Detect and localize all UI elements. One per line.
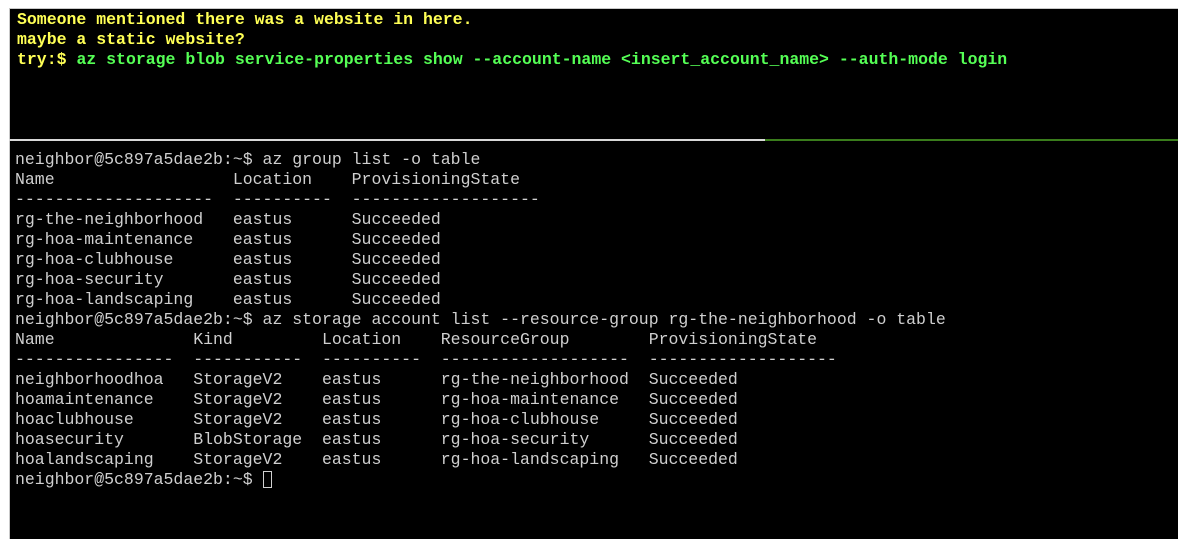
terminal-window: Someone mentioned there was a website in… [0,0,1178,539]
terminal-line: neighborhoodhoa StorageV2 eastus rg-the-… [15,370,738,389]
terminal-line: hoaclubhouse StorageV2 eastus rg-hoa-clu… [15,410,738,429]
hint-line-2: maybe a static website? [17,30,245,49]
terminal-line: rg-the-neighborhood eastus Succeeded [15,210,441,229]
shell-prompt: neighbor@5c897a5dae2b:~$ [15,470,263,489]
terminal-line: rg-hoa-clubhouse eastus Succeeded [15,250,441,269]
hint-line-1: Someone mentioned there was a website in… [17,10,473,29]
hint-try-command: az storage blob service-properties show … [76,50,1008,69]
terminal-line: -------------------- ---------- --------… [15,190,540,209]
terminal-line: ---------------- ----------- ---------- … [15,350,837,369]
text-cursor[interactable] [262,471,272,488]
terminal-line: hoasecurity BlobStorage eastus rg-hoa-se… [15,430,738,449]
shell-pane[interactable]: neighbor@5c897a5dae2b:~$ az group list -… [9,141,1178,539]
terminal-line: hoamaintenance StorageV2 eastus rg-hoa-m… [15,390,738,409]
terminal-line: neighbor@5c897a5dae2b:~$ az storage acco… [15,310,946,329]
hint-try-label: try [17,50,47,69]
terminal-line: hoalandscaping StorageV2 eastus rg-hoa-l… [15,450,738,469]
hint-pane: Someone mentioned there was a website in… [9,8,1178,141]
hint-try-line: try:$ az storage blob service-properties… [17,50,1007,70]
terminal-line: Name Location ProvisioningState [15,170,520,189]
hint-text-block: Someone mentioned there was a website in… [17,10,1007,70]
terminal-line: rg-hoa-landscaping eastus Succeeded [15,290,441,309]
hint-try-prompt: :$ [46,50,77,69]
terminal-line: rg-hoa-security eastus Succeeded [15,270,441,289]
terminal-line: Name Kind Location ResourceGroup Provisi… [15,330,818,349]
terminal-line: rg-hoa-maintenance eastus Succeeded [15,230,441,249]
terminal-line: neighbor@5c897a5dae2b:~$ az group list -… [15,150,481,169]
terminal-output: neighbor@5c897a5dae2b:~$ az group list -… [15,150,946,490]
prompt-line[interactable]: neighbor@5c897a5dae2b:~$ [15,470,946,490]
